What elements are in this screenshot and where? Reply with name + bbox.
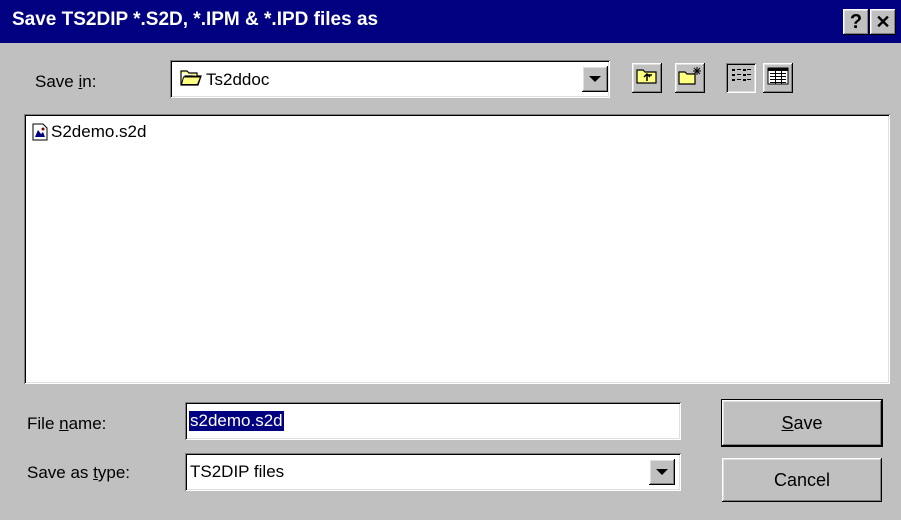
up-one-level-icon: [636, 67, 658, 90]
save-button-label: Save: [781, 412, 823, 433]
save-as-type-label: Save as type:: [27, 463, 131, 482]
save-as-type-combo[interactable]: TS2DIP files: [185, 453, 681, 491]
create-new-folder-icon: [678, 66, 702, 91]
up-one-level-button[interactable]: [632, 63, 662, 93]
chevron-down-icon: [589, 76, 601, 82]
close-button[interactable]: ✕: [870, 9, 896, 35]
details-view-button[interactable]: [763, 63, 793, 93]
save-as-type-dropdown-button[interactable]: [649, 459, 675, 485]
save-as-type-value: TS2DIP files: [190, 462, 285, 481]
help-button[interactable]: ?: [843, 9, 869, 35]
save-in-value: Ts2ddoc: [206, 70, 270, 89]
document-icon: [32, 123, 48, 141]
folder-icon: [180, 69, 202, 92]
dialog-title: Save TS2DIP *.S2D, *.IPM & *.IPD files a…: [12, 9, 379, 30]
details-view-icon: [767, 67, 789, 90]
file-list[interactable]: S2demo.s2d: [24, 114, 890, 384]
save-button[interactable]: Save: [721, 399, 883, 447]
close-icon: ✕: [875, 12, 891, 32]
chevron-down-icon: [656, 469, 668, 475]
save-in-label: Save in:: [35, 72, 97, 91]
cancel-button[interactable]: Cancel: [722, 458, 882, 502]
file-name-input[interactable]: s2demo.s2d: [185, 402, 681, 440]
create-new-folder-button[interactable]: [675, 63, 705, 93]
file-name-label: S2demo.s2d: [51, 122, 147, 141]
title-bar: Save TS2DIP *.S2D, *.IPM & *.IPD files a…: [0, 0, 901, 43]
file-name-label: File name:: [27, 414, 107, 433]
list-view-button[interactable]: [726, 63, 756, 93]
save-in-combo[interactable]: Ts2ddoc: [170, 60, 610, 98]
list-item[interactable]: S2demo.s2d: [32, 122, 146, 142]
cancel-button-label: Cancel: [773, 469, 831, 490]
file-name-value: s2demo.s2d: [189, 411, 284, 431]
help-icon: ?: [849, 11, 863, 33]
save-in-dropdown-button[interactable]: [582, 66, 608, 92]
list-view-icon: [730, 67, 752, 90]
